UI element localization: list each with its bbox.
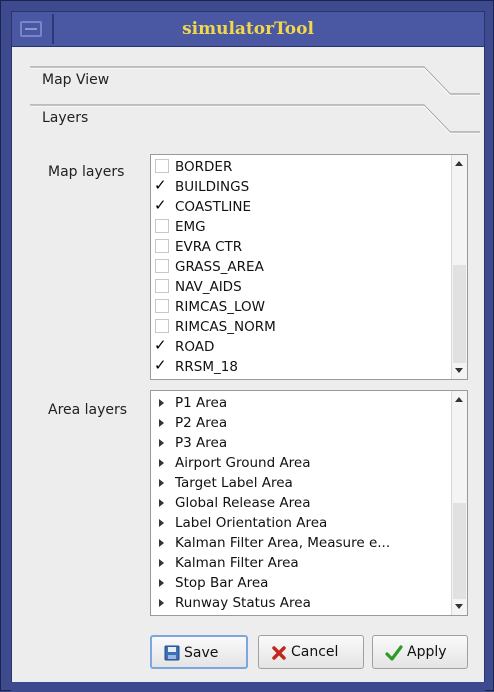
tree-item[interactable]: P3 Area [151, 433, 451, 453]
checkbox[interactable]: ✓ [154, 176, 169, 194]
scrollbar-track[interactable] [453, 503, 466, 599]
red-x-icon [272, 646, 286, 660]
section-header-map-view[interactable]: Map View [30, 66, 480, 98]
save-button[interactable]: Save [150, 635, 248, 669]
list-item-label: GRASS_AREA [175, 259, 264, 275]
list-item-label: ROAD [175, 339, 215, 355]
tree-item-label: Target Label Area [175, 475, 293, 491]
expand-arrow-icon[interactable] [159, 559, 164, 567]
tree-item[interactable]: Kalman Filter Area, Measure e... [151, 533, 451, 553]
expand-arrow-icon[interactable] [159, 539, 164, 547]
area-layers-scrollbar[interactable] [451, 391, 467, 615]
list-item[interactable]: ✓ COASTLINE [151, 196, 451, 217]
apply-button[interactable]: Apply [372, 635, 468, 669]
green-check-icon [385, 645, 403, 661]
checkbox[interactable] [155, 239, 169, 253]
title-bar[interactable]: simulatorTool [11, 11, 485, 47]
checkbox[interactable]: ✓ [154, 356, 169, 374]
tree-item[interactable]: P1 Area [151, 393, 451, 413]
list-item-label: BORDER [175, 159, 233, 175]
tree-item[interactable]: P2 Area [151, 413, 451, 433]
list-item-label: RIMCAS_LOW [175, 299, 266, 315]
scroll-down-arrow-icon[interactable] [455, 368, 463, 373]
list-item[interactable]: GRASS_AREA [151, 257, 451, 277]
map-layers-scrollbar[interactable] [451, 155, 467, 379]
tree-item[interactable]: Stop Bar Area [151, 573, 451, 593]
tree-item-label: Global Release Area [175, 495, 311, 511]
checkmark-icon: ✓ [154, 176, 167, 194]
section-label-map-view: Map View [42, 72, 110, 88]
scroll-down-arrow-icon[interactable] [455, 604, 463, 609]
tree-item-label: Kalman Filter Area [175, 555, 299, 571]
list-item-label: COASTLINE [175, 199, 251, 215]
tree-item[interactable]: Label Orientation Area [151, 513, 451, 533]
list-item[interactable]: ✓ BUILDINGS [151, 176, 451, 197]
floppy-icon [164, 645, 180, 661]
tree-item-label: Label Orientation Area [175, 515, 328, 531]
window-title: simulatorTool [182, 19, 314, 39]
checkmark-icon: ✓ [154, 356, 167, 374]
tree-item-label: Airport Ground Area [175, 455, 311, 471]
section-header-layers[interactable]: Layers [30, 104, 480, 136]
area-layers-tree[interactable]: P1 Area P2 Area P3 Area Airport Ground Area… [150, 390, 468, 616]
list-item[interactable]: ✓ RRSM_18 [151, 356, 451, 377]
checkbox[interactable] [155, 299, 169, 313]
checkbox[interactable] [155, 159, 169, 173]
list-item-label: EMG [175, 219, 206, 235]
area-layers-label: Area layers [48, 402, 128, 418]
list-item[interactable]: BORDER [151, 157, 451, 177]
list-item[interactable]: RIMCAS_LOW [151, 297, 451, 317]
expand-arrow-icon[interactable] [159, 519, 164, 527]
list-item[interactable]: EMG [151, 217, 451, 237]
list-item-label: RIMCAS_NORM [175, 319, 276, 335]
list-item-label: BUILDINGS [175, 179, 250, 195]
list-item[interactable]: ✓ ROAD [151, 336, 451, 357]
list-item[interactable]: RIMCAS_NORM [151, 317, 451, 337]
cancel-button[interactable]: Cancel [258, 635, 364, 669]
checkbox[interactable]: ✓ [154, 336, 169, 354]
tree-item[interactable]: Kalman Filter Area [151, 553, 451, 573]
tree-item-label: P3 Area [175, 435, 228, 451]
checkbox[interactable] [155, 319, 169, 333]
expand-arrow-icon[interactable] [159, 579, 164, 587]
list-item-label: EVRA CTR [175, 239, 243, 255]
expand-arrow-icon[interactable] [159, 399, 164, 407]
checkbox[interactable] [155, 279, 169, 293]
tree-item-label: Runway Status Area [175, 595, 311, 611]
expand-arrow-icon[interactable] [159, 419, 164, 427]
tree-item-label: P2 Area [175, 415, 228, 431]
checkbox[interactable] [155, 219, 169, 233]
scrollbar-track[interactable] [453, 265, 466, 363]
checkmark-icon: ✓ [154, 336, 167, 354]
section-label-layers: Layers [42, 110, 89, 126]
scroll-up-arrow-icon[interactable] [455, 161, 463, 166]
checkbox[interactable] [155, 259, 169, 273]
expand-arrow-icon[interactable] [159, 479, 164, 487]
scroll-up-arrow-icon[interactable] [455, 397, 463, 402]
map-layers-label: Map layers [48, 164, 125, 180]
list-item-label: NAV_AIDS [175, 279, 242, 295]
expand-arrow-icon[interactable] [159, 499, 164, 507]
expand-arrow-icon[interactable] [159, 599, 164, 607]
tree-item-label: Stop Bar Area [175, 575, 269, 591]
tree-item-label: P1 Area [175, 395, 228, 411]
section-tab-outline [30, 104, 480, 134]
tree-item-label: Kalman Filter Area, Measure e... [175, 535, 391, 551]
list-item[interactable]: NAV_AIDS [151, 277, 451, 297]
expand-arrow-icon[interactable] [159, 459, 164, 467]
map-layers-list[interactable]: BORDER ✓ BUILDINGS ✓ COASTLINE EMG EVRA CTR GRA… [150, 154, 468, 380]
checkmark-icon: ✓ [154, 196, 167, 214]
expand-arrow-icon[interactable] [159, 439, 164, 447]
tree-item[interactable]: Runway Status Area [151, 593, 451, 613]
tree-item[interactable]: Global Release Area [151, 493, 451, 513]
tree-item[interactable]: Target Label Area [151, 473, 451, 493]
tree-item[interactable]: Airport Ground Area [151, 453, 451, 473]
list-item[interactable]: EVRA CTR [151, 237, 451, 257]
list-item-label: RRSM_18 [175, 359, 238, 375]
checkbox[interactable]: ✓ [154, 196, 169, 214]
